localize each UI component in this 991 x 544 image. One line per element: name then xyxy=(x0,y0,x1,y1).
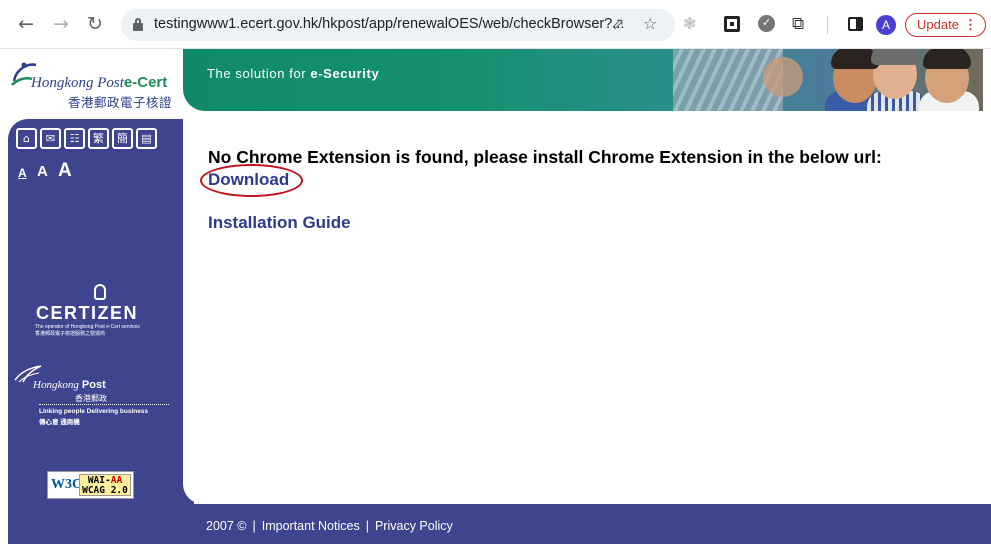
address-bar[interactable]: testingwww1.ecert.gov.hk/hkpost/app/rene… xyxy=(121,9,675,41)
toolbar-divider xyxy=(827,16,828,34)
hkpost-slogan: Linking people Delivering business xyxy=(39,408,149,415)
main-content: No Chrome Extension is found, please ins… xyxy=(183,119,983,504)
browser-toolbar: ← → ↻ testingwww1.ecert.gov.hk/hkpost/ap… xyxy=(0,0,991,49)
hongkong-post-ecert-logo[interactable]: Hongkong Poste-Cert 香港郵政電子核證 xyxy=(0,49,183,119)
footer-divider: | xyxy=(365,519,369,533)
certizen-subtitle: The operator of Hongkong Post e-Cert ser… xyxy=(35,324,140,330)
update-button[interactable]: Update ⋮ xyxy=(905,13,986,37)
hkpost-chinese: 香港郵政 xyxy=(75,394,107,403)
privacy-policy-link[interactable]: Privacy Policy xyxy=(375,519,453,533)
logo-chinese: 香港郵政電子核證 xyxy=(68,96,173,110)
forward-arrow-icon[interactable]: → xyxy=(49,12,73,36)
copyright-text: 2007 © xyxy=(206,519,247,533)
text-only-icon[interactable]: ▤ xyxy=(136,128,157,149)
fingerprint-icon xyxy=(94,284,106,300)
font-size-small-button[interactable]: A xyxy=(18,166,27,180)
back-arrow-icon[interactable]: ← xyxy=(14,12,38,36)
logo-english: Hongkong Poste-Cert xyxy=(31,74,168,91)
extensions-puzzle-icon[interactable]: ⧉ xyxy=(792,14,812,34)
bookmark-star-icon[interactable]: ☆ xyxy=(643,14,657,33)
person-hair xyxy=(871,49,919,65)
person-hair xyxy=(923,49,971,69)
url-text[interactable]: testingwww1.ecert.gov.hk/hkpost/app/rene… xyxy=(154,16,624,32)
hand-photo xyxy=(763,57,803,97)
reload-icon[interactable]: ↻ xyxy=(83,12,107,36)
dotted-divider xyxy=(39,404,169,405)
tagline: The solution for e-Security xyxy=(207,66,380,81)
installation-guide-link[interactable]: Installation Guide xyxy=(208,213,351,233)
certizen-subtitle-chinese: 香港郵政電子核證服務之營運商 xyxy=(35,331,106,337)
mail-icon[interactable]: ✉ xyxy=(40,128,61,149)
w3c-logo: W3C xyxy=(51,477,83,492)
sidebar-footer xyxy=(8,504,174,544)
home-icon[interactable]: ⌂ xyxy=(16,128,37,149)
footer: 2007 © | Important Notices | Privacy Policy xyxy=(174,504,991,544)
share-icon[interactable]: ⇗ xyxy=(611,14,624,33)
extension-check-icon[interactable]: ✓ xyxy=(757,14,777,34)
profile-avatar[interactable]: A xyxy=(876,15,896,35)
traditional-chinese-button[interactable]: 繁 xyxy=(88,128,109,149)
download-link[interactable]: Download xyxy=(208,170,289,190)
wai-aa-label: WAI-AA WCAG 2.0 xyxy=(79,474,131,496)
important-notices-link[interactable]: Important Notices xyxy=(262,519,360,533)
font-size-large-button[interactable]: A xyxy=(58,160,72,182)
wcag-badge[interactable]: W3C WAI-AA WCAG 2.0 xyxy=(47,471,134,499)
hkpost-wordmark: Hongkong Post xyxy=(33,379,106,391)
font-size-medium-button[interactable]: A xyxy=(37,163,48,180)
page: Hongkong Poste-Cert 香港郵政電子核證 The solutio… xyxy=(0,49,991,544)
header-banner: The solution for e-Security xyxy=(183,49,983,111)
extension-puzzle-grey-icon[interactable]: ❃ xyxy=(683,14,703,34)
side-panel-icon[interactable] xyxy=(846,14,866,34)
hkpost-slogan-chinese: 傳心意 通商機 xyxy=(39,419,80,426)
footer-divider: | xyxy=(252,519,256,533)
more-menu-icon[interactable]: ⋮ xyxy=(964,14,977,36)
update-label: Update xyxy=(917,17,959,32)
lock-icon[interactable] xyxy=(133,18,143,32)
certizen-wordmark: CERTIZEN xyxy=(36,303,138,323)
simplified-chinese-button[interactable]: 簡 xyxy=(112,128,133,149)
sitemap-icon[interactable]: ☷ xyxy=(64,128,85,149)
extension-square-icon[interactable] xyxy=(722,14,742,34)
error-message: No Chrome Extension is found, please ins… xyxy=(208,147,882,167)
